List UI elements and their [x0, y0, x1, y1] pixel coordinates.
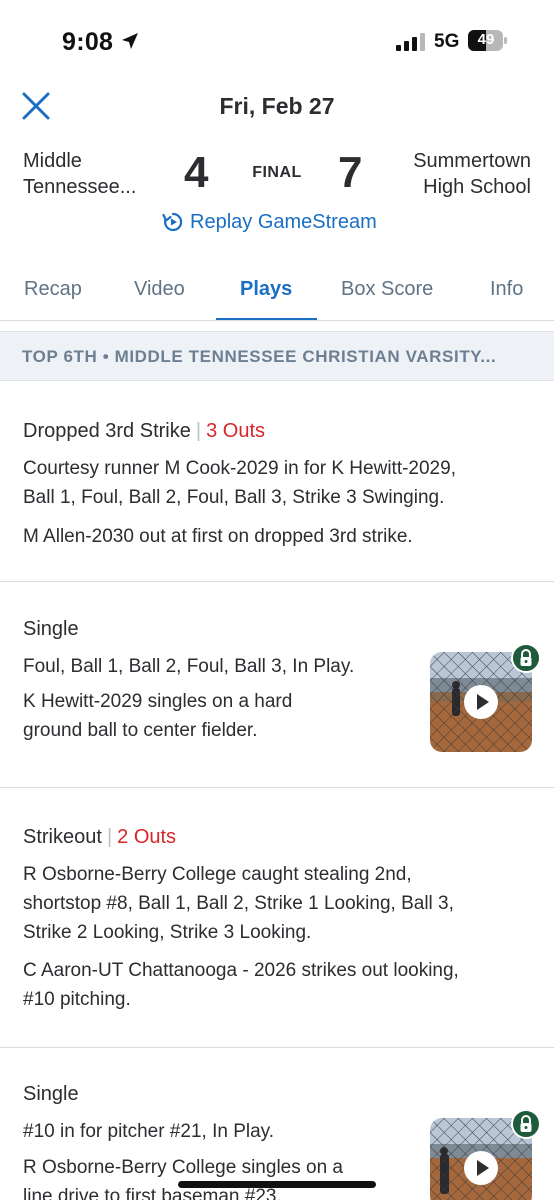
replay-gamestream-button[interactable]: Replay GameStream — [162, 208, 377, 236]
play-result: R Osborne-Berry College singles on a lin… — [23, 1153, 343, 1200]
inning-header-text: TOP 6TH • MIDDLE TENNESSEE CHRISTIAN VAR… — [22, 347, 497, 366]
tab-recap[interactable]: Recap — [24, 278, 82, 301]
play-result: M Allen-2030 out at first on dropped 3rd… — [23, 522, 413, 551]
tab-bar: Recap Video Plays Box Score Info — [0, 268, 554, 321]
network-label: 5G — [434, 31, 460, 52]
tab-box-score[interactable]: Box Score — [341, 278, 433, 301]
away-team-name[interactable]: Summertown High School — [371, 148, 531, 200]
play-type: Strikeout — [23, 826, 102, 848]
play-outs: 3 Outs — [206, 420, 265, 442]
lock-icon — [520, 1115, 532, 1132]
play-item: Dropped 3rd Strike | 3 Outs Courtesy runne… — [0, 382, 554, 582]
play-type: Single — [23, 618, 79, 640]
away-team-line2: High School — [423, 176, 531, 198]
status-time: 9:08 — [62, 28, 114, 56]
play-description: #10 in for pitcher #21, In Play. — [23, 1117, 274, 1146]
play-line: M Allen-2030 out at first on dropped 3rd… — [23, 526, 413, 547]
play-description: Courtesy runner M Cook-2029 in for K Hew… — [23, 454, 456, 512]
tab-video[interactable]: Video — [134, 278, 185, 301]
signal-icon — [396, 33, 425, 51]
away-score: 7 — [338, 148, 363, 197]
play-line: Ball 1, Foul, Ball 2, Foul, Ball 3, Stri… — [23, 487, 445, 508]
replay-icon — [162, 212, 183, 232]
away-team-line1: Summertown — [413, 150, 531, 172]
play-title: Strikeout | 2 Outs — [23, 826, 176, 849]
tabs-divider — [0, 320, 554, 321]
play-icon — [464, 1151, 498, 1185]
play-item: Strikeout | 2 Outs R Osborne-Berry College… — [0, 788, 554, 1048]
play-title: Dropped 3rd Strike | 3 Outs — [23, 420, 265, 443]
play-line: #10 pitching. — [23, 989, 131, 1010]
lock-icon — [520, 649, 532, 666]
title-separator: | — [106, 826, 113, 848]
battery-level: 49 — [477, 31, 495, 48]
play-outs: 2 Outs — [117, 826, 177, 848]
play-line: C Aaron-UT Chattanooga - 2026 strikes ou… — [23, 960, 459, 981]
play-result: C Aaron-UT Chattanooga - 2026 strikes ou… — [23, 956, 459, 1014]
tab-info[interactable]: Info — [490, 278, 523, 301]
status-bar: 9:08 5G 49 — [0, 0, 554, 80]
play-icon — [464, 685, 498, 719]
lock-badge[interactable] — [511, 1109, 541, 1139]
location-arrow-icon — [122, 33, 138, 49]
play-line: Foul, Ball 1, Ball 2, Foul, Ball 3, In P… — [23, 656, 355, 677]
play-title: Single — [23, 618, 79, 641]
play-line: K Hewitt-2029 singles on a hard — [23, 691, 293, 712]
play-line: shortstop #8, Ball 1, Ball 2, Strike 1 L… — [23, 893, 454, 914]
play-line: ground ball to center fielder. — [23, 720, 258, 741]
play-result: K Hewitt-2029 singles on a hard ground b… — [23, 687, 292, 745]
game-date-title: Fri, Feb 27 — [219, 93, 335, 119]
replay-label: Replay GameStream — [190, 210, 377, 233]
play-line: R Osborne-Berry College singles on a — [23, 1157, 343, 1178]
title-separator: | — [195, 420, 202, 442]
inning-header: TOP 6TH • MIDDLE TENNESSEE CHRISTIAN VAR… — [0, 331, 554, 381]
play-line: #10 in for pitcher #21, In Play. — [23, 1121, 275, 1142]
play-title: Single — [23, 1083, 79, 1106]
play-description: Foul, Ball 1, Ball 2, Foul, Ball 3, In P… — [23, 652, 354, 681]
play-type: Single — [23, 1083, 79, 1105]
play-item: Single Foul, Ball 1, Ball 2, Foul, Ball … — [0, 582, 554, 788]
play-line: R Osborne-Berry College caught stealing … — [23, 864, 412, 885]
play-line: Strike 2 Looking, Strike 3 Looking. — [23, 922, 312, 943]
play-item: Single #10 in for pitcher #21, In Play. … — [0, 1048, 554, 1200]
play-description: R Osborne-Berry College caught stealing … — [23, 860, 454, 947]
play-type: Dropped 3rd Strike — [23, 420, 191, 442]
play-line: Courtesy runner M Cook-2029 in for K Hew… — [23, 458, 456, 479]
home-indicator[interactable] — [178, 1181, 376, 1188]
lock-badge[interactable] — [511, 643, 541, 673]
tab-plays[interactable]: Plays — [240, 278, 292, 301]
